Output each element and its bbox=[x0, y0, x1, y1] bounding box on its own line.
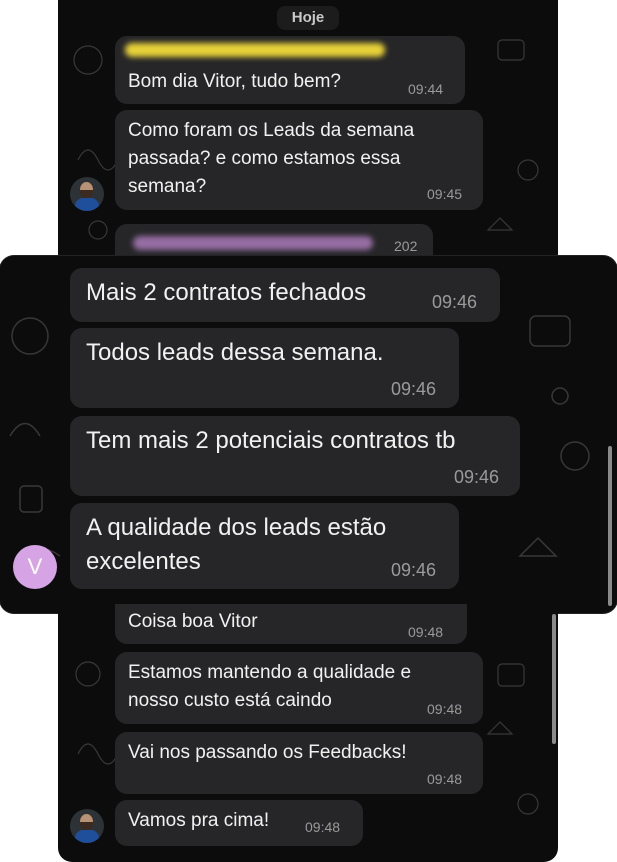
message-time: 09:46 bbox=[391, 560, 437, 580]
message-time: 09:48 bbox=[427, 771, 463, 787]
message-text: Bom dia Vitor, tudo bem? bbox=[128, 71, 341, 92]
date-label: Hoje bbox=[277, 6, 339, 30]
message-bubble[interactable]: Tem mais 2 potenciais contratos tb 09:46 bbox=[70, 416, 520, 496]
message-text: Todos leads dessa semana. bbox=[86, 339, 384, 366]
contact-avatar[interactable] bbox=[70, 809, 104, 843]
message-time: 09:48 bbox=[408, 624, 444, 640]
scrollbar[interactable] bbox=[552, 614, 556, 744]
message-time: 09:44 bbox=[408, 81, 444, 97]
message-bubble[interactable]: Mais 2 contratos fechados 09:46 bbox=[70, 268, 500, 322]
partial-time: 202 bbox=[394, 238, 418, 254]
message-text: Coisa boa Vitor bbox=[128, 611, 258, 632]
message-text: Mais 2 contratos fechados bbox=[86, 279, 367, 306]
chat-panel-zoomed: Mais 2 contratos fechados 09:46 Todos le… bbox=[0, 256, 617, 613]
message-time: 09:46 bbox=[432, 292, 478, 312]
message-bubble[interactable]: Todos leads dessa semana. 09:46 bbox=[70, 328, 459, 408]
message-text: Vamos pra cima! bbox=[128, 810, 270, 831]
message-bubble[interactable]: Estamos mantendo a qualidade e nosso cus… bbox=[115, 652, 483, 724]
message-bubble[interactable]: Como foram os Leads da semana passada? e… bbox=[115, 110, 483, 210]
chat-panel-top: Hoje Bom dia Vitor, tudo bem? 09:44 Como… bbox=[58, 0, 558, 268]
message-time: 09:45 bbox=[427, 186, 463, 202]
message-bubble[interactable]: Coisa boa Vitor 09:48 bbox=[115, 604, 467, 644]
message-bubble[interactable]: Bom dia Vitor, tudo bem? 09:44 bbox=[115, 36, 465, 104]
scrollbar[interactable] bbox=[608, 446, 612, 606]
contact-avatar[interactable] bbox=[70, 177, 104, 211]
message-text: Vai nos passando os Feedbacks! bbox=[128, 742, 407, 763]
message-text: Tem mais 2 potenciais contratos tb bbox=[86, 427, 456, 454]
message-time: 09:46 bbox=[391, 379, 437, 399]
contact-avatar-letter[interactable]: V bbox=[13, 545, 57, 589]
message-bubble[interactable]: A qualidade dos leads estão excelentes 0… bbox=[70, 503, 459, 589]
message-time: 09:48 bbox=[427, 701, 463, 717]
message-bubble[interactable]: Vai nos passando os Feedbacks! 09:48 bbox=[115, 732, 483, 794]
quoted-text-redacted bbox=[133, 236, 373, 250]
message-text: Como foram os Leads da semana passada? e… bbox=[128, 120, 415, 197]
chat-panel-bottom: Coisa boa Vitor 09:48 Estamos mantendo a… bbox=[58, 604, 558, 862]
message-text: Estamos mantendo a qualidade e nosso cus… bbox=[128, 662, 412, 711]
message-bubble[interactable]: Vamos pra cima! 09:48 bbox=[115, 800, 363, 846]
message-text: A qualidade dos leads estão excelentes bbox=[86, 514, 387, 575]
message-time: 09:48 bbox=[305, 819, 341, 835]
message-time: 09:46 bbox=[454, 467, 500, 487]
sender-name-redacted bbox=[125, 43, 385, 57]
